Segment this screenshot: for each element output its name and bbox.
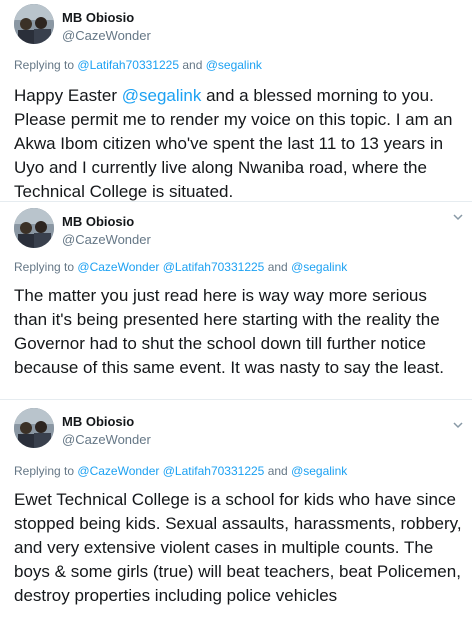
replying-to-label: Replying to bbox=[14, 260, 75, 274]
tweet-text: Ewet Technical College is a school for k… bbox=[14, 490, 462, 605]
tweet-2[interactable]: MB Obiosio @CazeWonder Replying to @Caze… bbox=[0, 202, 472, 398]
mention-link[interactable]: @segalink bbox=[291, 464, 347, 478]
replying-to-label: Replying to bbox=[14, 464, 75, 478]
chevron-down-icon[interactable] bbox=[451, 210, 465, 224]
replying-to-line: Replying to @CazeWonder @Latifah70331225… bbox=[14, 260, 347, 274]
replying-to-and: and bbox=[267, 464, 288, 478]
mention-link[interactable]: @segalink bbox=[206, 58, 262, 72]
mention-link[interactable]: @segalink bbox=[291, 260, 347, 274]
replying-to-and: and bbox=[182, 58, 203, 72]
user-handle[interactable]: @CazeWonder bbox=[62, 28, 151, 43]
mention-link[interactable]: @Latifah70331225 bbox=[77, 58, 179, 72]
user-handle[interactable]: @CazeWonder bbox=[62, 432, 151, 447]
replying-to-label: Replying to bbox=[14, 58, 75, 72]
tweet-3[interactable]: MB Obiosio @CazeWonder Replying to @Caze… bbox=[0, 400, 472, 634]
avatar-photo bbox=[14, 208, 54, 248]
tweet-text: The matter you just read here is way way… bbox=[14, 286, 444, 377]
mention-link[interactable]: @Latifah70331225 bbox=[163, 464, 265, 478]
tweet-text: Happy Easter @segalink and a blessed mor… bbox=[14, 84, 464, 204]
replying-to-and: and bbox=[267, 260, 288, 274]
avatar[interactable] bbox=[14, 208, 54, 248]
tweet-text-part: Happy Easter bbox=[14, 86, 122, 105]
display-name[interactable]: MB Obiosio bbox=[62, 414, 134, 429]
avatar[interactable] bbox=[14, 4, 54, 44]
avatar[interactable] bbox=[14, 408, 54, 448]
display-name[interactable]: MB Obiosio bbox=[62, 10, 134, 25]
mention-link[interactable]: @segalink bbox=[122, 86, 202, 105]
mention-link[interactable]: @Latifah70331225 bbox=[163, 260, 265, 274]
avatar-photo bbox=[14, 4, 54, 44]
mention-link[interactable]: @CazeWonder bbox=[77, 464, 159, 478]
chevron-down-icon[interactable] bbox=[451, 418, 465, 432]
avatar-photo bbox=[14, 408, 54, 448]
replying-to-line: Replying to @Latifah70331225 and @segali… bbox=[14, 58, 262, 72]
display-name[interactable]: MB Obiosio bbox=[62, 214, 134, 229]
user-handle[interactable]: @CazeWonder bbox=[62, 232, 151, 247]
replying-to-line: Replying to @CazeWonder @Latifah70331225… bbox=[14, 464, 347, 478]
tweet-1[interactable]: MB Obiosio @CazeWonder Replying to @Lati… bbox=[0, 0, 472, 201]
mention-link[interactable]: @CazeWonder bbox=[77, 260, 159, 274]
